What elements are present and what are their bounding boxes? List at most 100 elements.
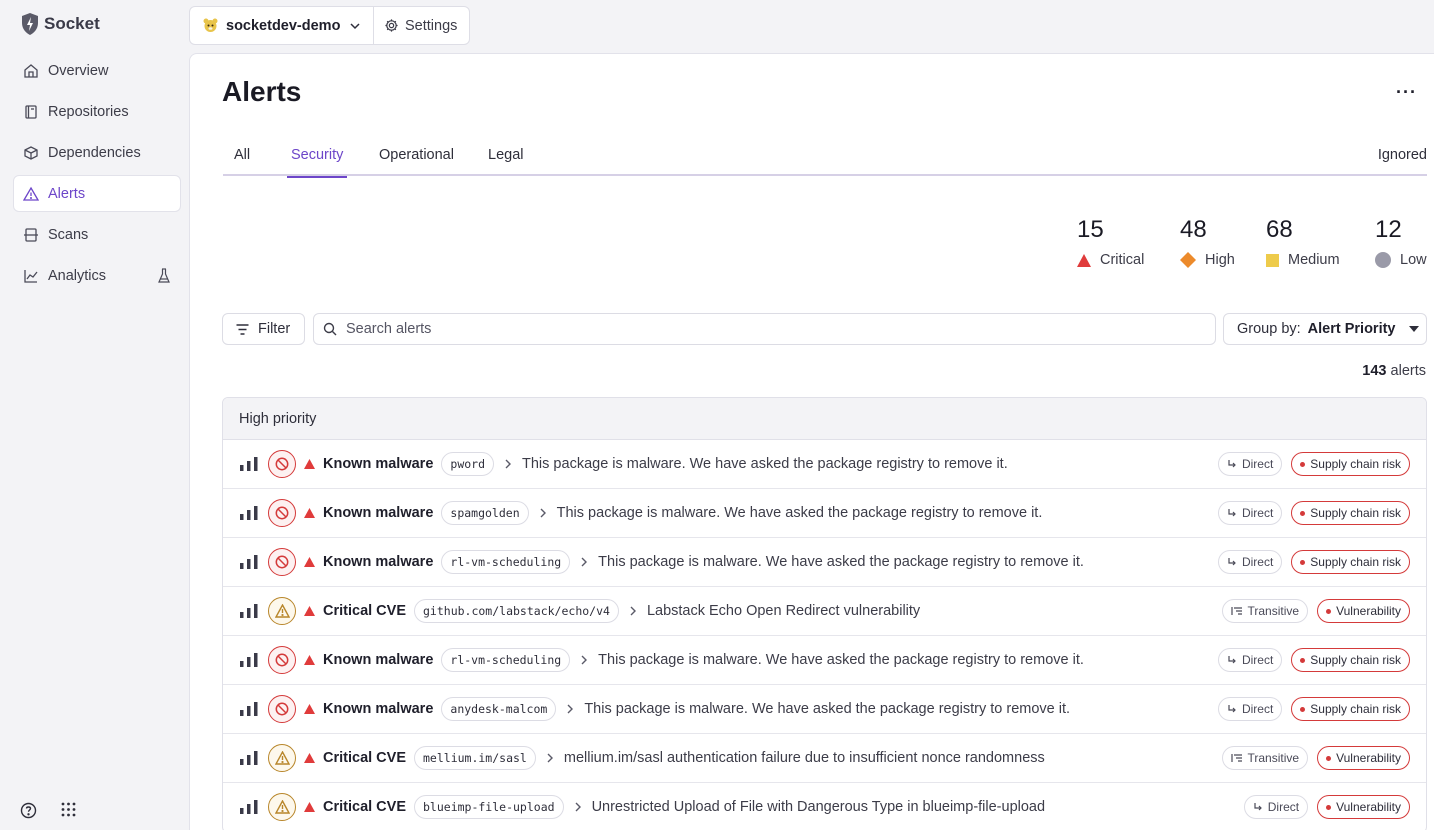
chevron-right-icon <box>575 802 581 812</box>
dependency-type-label: Direct <box>1267 800 1300 814</box>
alert-row[interactable]: Critical CVE blueimp-file-upload Unrestric… <box>223 783 1426 830</box>
group-header[interactable]: High priority <box>223 398 1426 440</box>
package-name-chip[interactable]: blueimp-file-upload <box>414 795 564 819</box>
group-by-select[interactable]: Group by: Alert Priority <box>1223 313 1427 345</box>
chevron-right-icon <box>547 753 553 763</box>
chart-icon <box>24 269 38 283</box>
alert-row[interactable]: Known malware rl-vm-scheduling This packag… <box>223 636 1426 685</box>
transitive-dependency-icon <box>1230 754 1242 762</box>
category-dot <box>1300 706 1306 712</box>
book-icon <box>25 104 37 119</box>
tab-all[interactable]: All <box>234 147 250 176</box>
workspace-selector[interactable]: socketdev-demo <box>190 7 374 44</box>
alert-row[interactable]: Critical CVE mellium.im/sasl mellium.im/sa… <box>223 734 1426 783</box>
tab-ignored[interactable]: Ignored <box>1378 147 1427 163</box>
severity-count: 48 <box>1180 216 1207 243</box>
apps-grid-icon[interactable] <box>61 802 76 817</box>
tab-security[interactable]: Security <box>287 147 348 178</box>
alert-row[interactable]: Known malware anydesk-malcom This package … <box>223 685 1426 734</box>
priority-bars-icon <box>240 702 258 716</box>
severity-count: 12 <box>1375 216 1402 243</box>
dependency-type-label: Direct <box>1241 702 1274 716</box>
alert-type: Critical CVE <box>323 750 406 766</box>
alert-description: This package is malware. We have asked t… <box>522 456 1008 472</box>
transitive-dependency-icon <box>1230 607 1242 615</box>
package-name-chip[interactable]: rl-vm-scheduling <box>441 550 571 574</box>
package-name-chip[interactable]: spamgolden <box>441 501 529 525</box>
malware-blocked-icon <box>275 653 289 667</box>
cve-warning-icon <box>274 800 290 814</box>
critical-triangle-icon <box>304 655 315 665</box>
critical-triangle-icon <box>304 802 315 812</box>
category-dot <box>1326 804 1332 810</box>
alert-badges: Direct Supply chain risk <box>1217 648 1410 672</box>
sidebar-item-repositories[interactable]: Repositories <box>13 93 181 130</box>
category-dot <box>1326 755 1332 761</box>
caret-down-icon <box>1408 326 1419 332</box>
app-logo[interactable]: Socket <box>20 12 100 36</box>
home-icon <box>24 63 38 78</box>
alert-type: Known malware <box>323 505 434 521</box>
tab-operational[interactable]: Operational <box>379 147 454 176</box>
package-name-chip[interactable]: rl-vm-scheduling <box>441 648 571 672</box>
alert-severity-badge <box>268 548 296 576</box>
severity-low[interactable]: 12 Low <box>1375 216 1427 268</box>
sidebar-item-dependencies[interactable]: Dependencies <box>13 134 181 171</box>
severity-high[interactable]: 48 High <box>1180 216 1235 268</box>
sidebar-item-alerts[interactable]: Alerts <box>13 175 181 212</box>
malware-blocked-icon <box>275 555 289 569</box>
box-icon <box>24 145 38 160</box>
low-circle-icon <box>1375 252 1391 268</box>
alert-row[interactable]: Known malware rl-vm-scheduling This packag… <box>223 538 1426 587</box>
sidebar-item-overview[interactable]: Overview <box>13 52 181 89</box>
app-name: Socket <box>44 14 100 33</box>
critical-triangle-icon <box>304 753 315 763</box>
sidebar-footer <box>20 802 76 819</box>
alert-category-badge: Vulnerability <box>1317 746 1410 770</box>
search-input[interactable] <box>346 321 1146 337</box>
dependency-type-label: Transitive <box>1247 604 1300 618</box>
alert-row[interactable]: Known malware pword This package is malwar… <box>223 440 1426 489</box>
package-name-chip[interactable]: github.com/labstack/echo/v4 <box>414 599 619 623</box>
alert-row[interactable]: Critical CVE github.com/labstack/echo/v4 L… <box>223 587 1426 636</box>
package-name-chip[interactable]: mellium.im/sasl <box>414 746 536 770</box>
package-name-chip[interactable]: pword <box>441 452 495 476</box>
alert-badges: Direct Supply chain risk <box>1217 697 1410 721</box>
alert-row[interactable]: Known malware spamgolden This package is m… <box>223 489 1426 538</box>
workspace-avatar-icon <box>203 18 218 32</box>
sidebar-item-scans[interactable]: Scans <box>13 216 181 253</box>
dependency-type-label: Transitive <box>1247 751 1300 765</box>
dependency-type-badge: Direct <box>1217 550 1283 574</box>
alert-total-count: 143 <box>1362 363 1387 379</box>
tab-legal[interactable]: Legal <box>488 147 523 176</box>
direct-dependency-icon <box>1254 803 1262 811</box>
alert-type: Known malware <box>323 554 434 570</box>
category-dot <box>1300 657 1306 663</box>
help-icon[interactable] <box>20 802 37 819</box>
dependency-type-badge: Direct <box>1217 648 1283 672</box>
settings-button[interactable]: Settings <box>374 7 469 44</box>
category-dot <box>1300 510 1306 516</box>
direct-dependency-icon <box>1228 509 1236 517</box>
direct-dependency-icon <box>1228 460 1236 468</box>
alert-severity-badge <box>268 646 296 674</box>
critical-triangle-icon <box>304 704 315 714</box>
alert-description: This package is malware. We have asked t… <box>556 505 1043 521</box>
cve-warning-icon <box>274 751 290 765</box>
category-dot <box>1326 608 1332 614</box>
severity-medium[interactable]: 68 Medium <box>1266 216 1340 268</box>
package-name-chip[interactable]: anydesk-malcom <box>441 697 557 721</box>
sidebar-item-analytics[interactable]: Analytics <box>13 257 181 294</box>
chevron-down-icon <box>350 22 360 29</box>
more-options-button[interactable]: ··· <box>1396 82 1417 103</box>
filter-button[interactable]: Filter <box>222 313 305 345</box>
alert-category-label: Supply chain risk <box>1310 506 1401 520</box>
severity-critical[interactable]: 15 Critical <box>1077 216 1144 268</box>
high-diamond-icon <box>1180 252 1196 268</box>
priority-bars-icon <box>240 751 258 765</box>
alert-badges: Direct Supply chain risk <box>1217 550 1410 574</box>
alert-category-badge: Supply chain risk <box>1291 550 1410 574</box>
warning-icon <box>23 186 39 201</box>
sidebar: Socket Overview Repositories Dependencie… <box>0 0 190 830</box>
alert-category-label: Supply chain risk <box>1310 555 1401 569</box>
